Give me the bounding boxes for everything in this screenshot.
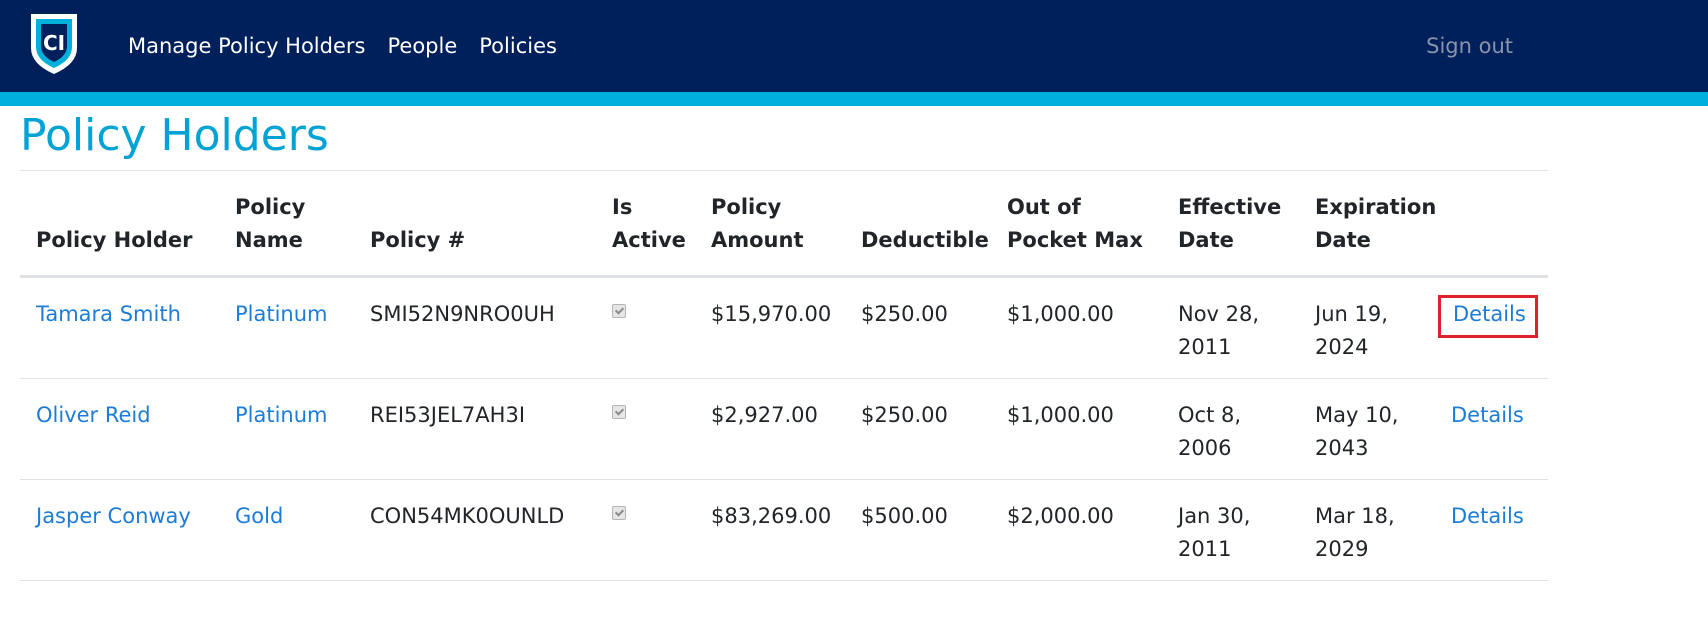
logo-text: CI	[43, 31, 65, 55]
top-navbar: CI Manage Policy Holders People Policies…	[0, 0, 1708, 92]
header-actions	[1435, 171, 1548, 278]
deductible: $250.00	[845, 276, 991, 379]
effective-date: Oct 8, 2006	[1162, 378, 1299, 480]
effective-date: Jan 30, 2011	[1162, 479, 1299, 581]
header-policy-name: Policy Name	[219, 171, 354, 278]
deductible: $250.00	[845, 378, 991, 480]
header-effective-date: Effective Date	[1162, 171, 1299, 278]
header-policy-holder: Policy Holder	[20, 171, 219, 278]
table-row: Jasper Conway Gold CON54MK0OUNLD $83,269…	[20, 479, 1548, 581]
header-policy-number: Policy #	[354, 171, 596, 278]
policy-number: REI53JEL7AH3I	[354, 378, 596, 480]
header-policy-amount: Policy Amount	[695, 171, 845, 278]
is-active-checkbox	[612, 405, 626, 419]
policy-holder-link[interactable]: Tamara Smith	[36, 302, 181, 326]
accent-bar	[0, 92, 1708, 106]
header-deductible: Deductible	[845, 171, 991, 278]
details-link[interactable]: Details	[1438, 295, 1538, 338]
effective-date: Nov 28, 2011	[1162, 276, 1299, 379]
nav-link-people[interactable]: People	[387, 34, 457, 58]
details-link[interactable]: Details	[1451, 504, 1524, 528]
expiration-date: May 10, 2043	[1299, 378, 1435, 480]
deductible: $500.00	[845, 479, 991, 581]
expiration-date: Mar 18, 2029	[1299, 479, 1435, 581]
is-active-checkbox	[612, 304, 626, 318]
table-row: Oliver Reid Platinum REI53JEL7AH3I $2,92…	[20, 378, 1548, 480]
policy-amount: $15,970.00	[695, 276, 845, 379]
details-link[interactable]: Details	[1451, 403, 1524, 427]
policy-amount: $2,927.00	[695, 378, 845, 480]
table-row: Tamara Smith Platinum SMI52N9NRO0UH $15,…	[20, 276, 1548, 379]
out-of-pocket-max: $1,000.00	[991, 378, 1162, 480]
policy-holders-table: Policy Holder Policy Name Policy # Is Ac…	[20, 171, 1548, 581]
nav-link-policies[interactable]: Policies	[479, 34, 557, 58]
header-out-of-pocket-max: Out of Pocket Max	[991, 171, 1162, 278]
sign-out-link[interactable]: Sign out	[1426, 0, 1513, 92]
policy-number: SMI52N9NRO0UH	[354, 276, 596, 379]
policy-amount: $83,269.00	[695, 479, 845, 581]
policy-name-link[interactable]: Platinum	[235, 302, 328, 326]
policy-holder-link[interactable]: Oliver Reid	[36, 403, 151, 427]
out-of-pocket-max: $1,000.00	[991, 276, 1162, 379]
policy-number: CON54MK0OUNLD	[354, 479, 596, 581]
header-expiration-date: Expiration Date	[1299, 171, 1436, 278]
policy-holder-link[interactable]: Jasper Conway	[36, 504, 191, 528]
out-of-pocket-max: $2,000.00	[991, 479, 1162, 581]
table-header-row: Policy Holder Policy Name Policy # Is Ac…	[20, 171, 1548, 278]
company-logo-icon[interactable]: CI	[27, 10, 81, 76]
header-is-active: Is Active	[596, 171, 695, 278]
policy-name-link[interactable]: Gold	[235, 504, 283, 528]
expiration-date: Jun 19, 2024	[1299, 276, 1435, 379]
main-nav: Manage Policy Holders People Policies	[128, 0, 579, 92]
page-title: Policy Holders	[20, 110, 329, 161]
policy-name-link[interactable]: Platinum	[235, 403, 328, 427]
nav-link-manage-policy-holders[interactable]: Manage Policy Holders	[128, 34, 365, 58]
is-active-checkbox	[612, 506, 626, 520]
